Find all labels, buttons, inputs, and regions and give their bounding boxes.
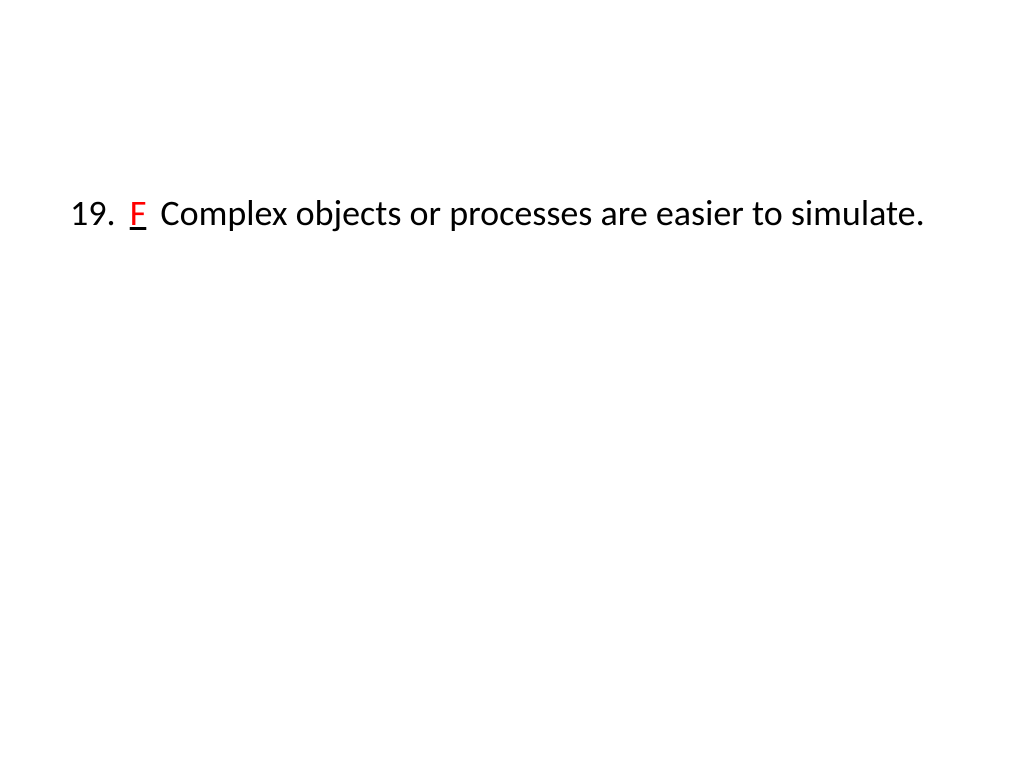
- answer-blank: F: [124, 191, 153, 235]
- question-text: Complex objects or processes are easier …: [160, 191, 924, 235]
- question-container: 19. F Complex objects or processes are e…: [70, 190, 954, 237]
- question-number: 19.: [70, 191, 116, 235]
